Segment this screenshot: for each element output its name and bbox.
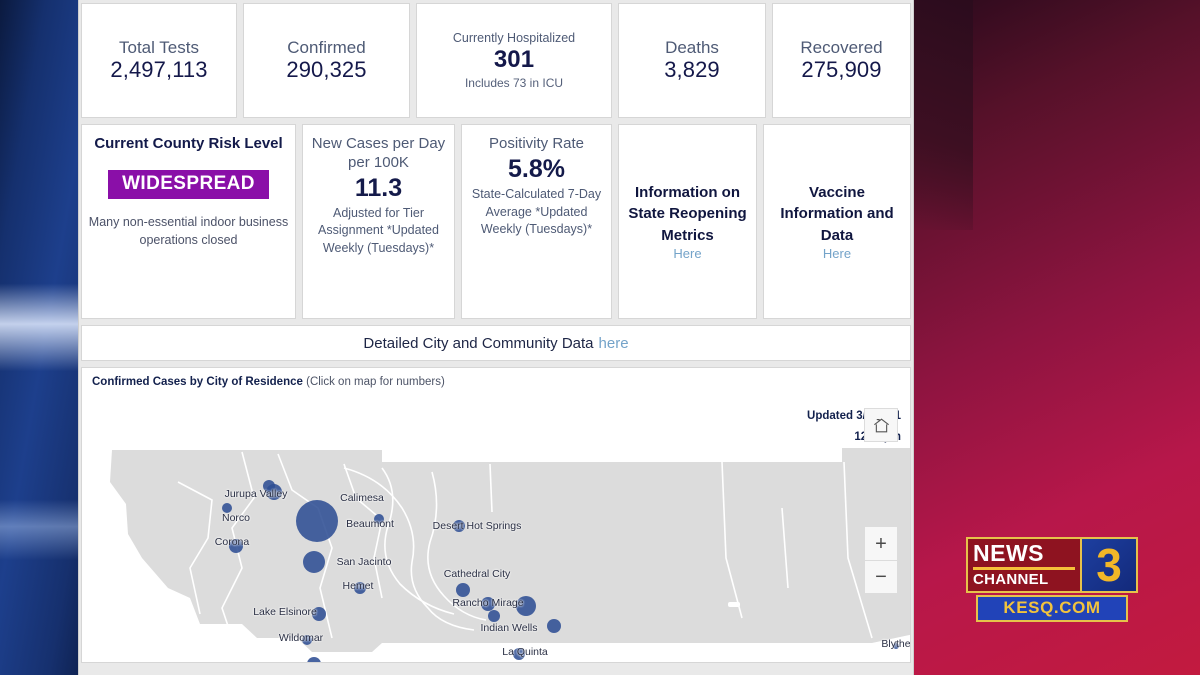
case-circle[interactable] <box>547 619 561 633</box>
case-circle[interactable] <box>456 583 470 597</box>
stat-card-total-tests[interactable]: Total Tests 2,497,113 <box>81 3 237 118</box>
stat-value: 301 <box>493 45 535 73</box>
new-cases-heading: New Cases per Day per 100K <box>311 135 446 171</box>
stat-value: 290,325 <box>286 57 367 83</box>
risk-level-title: Current County Risk Level <box>94 135 283 152</box>
stat-value: 3,829 <box>664 57 720 83</box>
city-label: La Quinta <box>502 646 548 658</box>
detailed-city-data-bar[interactable]: Detailed City and Community Data here <box>81 325 911 361</box>
new-cases-value: 11.3 <box>354 173 403 202</box>
city-label: Jurupa Valley <box>224 488 288 500</box>
plus-icon: + <box>875 532 887 555</box>
card-vaccine-information[interactable]: Vaccine Information and Data Here <box>763 124 911 319</box>
map-body-of-water <box>728 602 740 607</box>
reopening-here-link[interactable]: Here <box>673 246 701 261</box>
map-zoom-out-button[interactable]: − <box>864 560 898 594</box>
detailed-city-data-label: Detailed City and Community Data <box>363 334 594 352</box>
reopening-title: Information on State Reopening Metrics <box>628 184 747 244</box>
card-current-county-risk-level[interactable]: Current County Risk Level WIDESPREAD Man… <box>81 124 296 319</box>
logo-news-text: NEWS <box>973 540 1044 567</box>
metrics-row: Current County Risk Level WIDESPREAD Man… <box>79 124 913 319</box>
confirmed-cases-map-panel[interactable]: Confirmed Cases by City of Residence (Cl… <box>81 367 911 663</box>
city-label: Calimesa <box>340 492 384 504</box>
stat-value: 275,909 <box>801 57 882 83</box>
minus-icon: − <box>875 566 887 588</box>
city-label: Blythe <box>881 638 911 650</box>
card-new-cases-per-day[interactable]: New Cases per Day per 100K 11.3 Adjusted… <box>302 124 455 319</box>
card-state-reopening-metrics[interactable]: Information on State Reopening Metrics H… <box>618 124 757 319</box>
logo-website-text: KESQ.COM <box>1003 598 1101 617</box>
city-label: Wildomar <box>278 632 324 644</box>
logo-news-block: NEWS CHANNEL <box>966 537 1082 593</box>
background-right-shadow <box>913 0 973 230</box>
case-circle[interactable] <box>296 500 338 542</box>
vaccine-title: Vaccine Information and Data <box>780 184 894 244</box>
stat-card-deaths[interactable]: Deaths 3,829 <box>618 3 766 118</box>
card-positivity-rate[interactable]: Positivity Rate 5.8% State-Calculated 7-… <box>461 124 612 319</box>
stat-sublabel: Includes 73 in ICU <box>464 75 564 90</box>
risk-level-badge: WIDESPREAD <box>108 169 269 199</box>
map-home-button[interactable] <box>864 408 898 442</box>
map-canvas[interactable]: Jurupa Valley Norco Corona Calimesa Beaumont… <box>82 438 911 663</box>
positivity-notes: State-Calculated 7-Day Average *Updated … <box>471 186 602 237</box>
stat-label: Currently Hospitalized <box>452 31 576 46</box>
background-left-panel <box>0 0 90 675</box>
new-cases-notes: Adjusted for Tier Assignment *Updated We… <box>318 205 439 256</box>
city-label: Desert Hot Springs <box>432 520 522 532</box>
logo-website-block: KESQ.COM <box>976 595 1128 622</box>
stat-label: Deaths <box>665 37 719 57</box>
stat-card-recovered[interactable]: Recovered 275,909 <box>772 3 911 118</box>
logo-channel-text: CHANNEL <box>973 570 1049 588</box>
home-icon <box>873 417 889 432</box>
city-label: Norco <box>221 512 251 524</box>
case-circle[interactable] <box>307 657 321 663</box>
map-title: Confirmed Cases by City of Residence (Cl… <box>92 376 445 388</box>
top-stats-row: Total Tests 2,497,113 Confirmed 290,325 … <box>79 0 913 118</box>
stat-card-currently-hospitalized[interactable]: Currently Hospitalized 301 Includes 73 i… <box>416 3 612 118</box>
positivity-value: 5.8% <box>508 154 565 183</box>
logo-top-row: NEWS CHANNEL 3 <box>966 537 1138 593</box>
map-title-text: Confirmed Cases by City of Residence <box>92 376 303 388</box>
city-label: San Jacinto <box>336 556 392 568</box>
vaccine-here-link[interactable]: Here <box>823 246 851 261</box>
dashboard-content: Total Tests 2,497,113 Confirmed 290,325 … <box>78 0 914 675</box>
case-circle[interactable] <box>488 610 500 622</box>
city-label: Hemet <box>342 580 374 592</box>
city-label: Indian Wells <box>480 622 538 634</box>
map-zoom-in-button[interactable]: + <box>864 526 898 560</box>
positivity-heading: Positivity Rate <box>488 135 585 152</box>
city-label: Cathedral City <box>443 568 511 580</box>
logo-number-block: 3 <box>1082 537 1138 593</box>
stat-value: 2,497,113 <box>110 57 208 83</box>
city-label: Corona <box>214 536 250 548</box>
risk-level-description: Many non-essential indoor business opera… <box>88 214 289 247</box>
city-label: Rancho Mirage <box>452 597 524 609</box>
logo-divider <box>973 566 1075 570</box>
news-channel-3-logo: NEWS CHANNEL 3 KESQ.COM <box>966 537 1138 622</box>
detailed-city-data-link[interactable]: here <box>599 335 629 352</box>
stat-label: Recovered <box>800 37 883 57</box>
stat-label: Confirmed <box>287 37 366 57</box>
logo-number-text: 3 <box>1096 539 1122 591</box>
stat-card-confirmed[interactable]: Confirmed 290,325 <box>243 3 410 118</box>
stat-label: Total Tests <box>118 37 199 57</box>
map-title-hint: (Click on map for numbers) <box>306 376 445 388</box>
city-label: Lake Elsinore <box>253 606 317 618</box>
case-circle[interactable] <box>303 551 325 573</box>
city-label: Beaumont <box>346 518 394 530</box>
